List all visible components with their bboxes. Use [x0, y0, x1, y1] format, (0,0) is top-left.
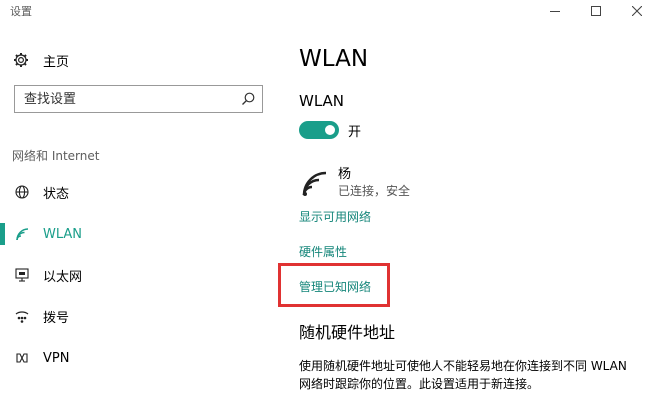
sidebar-item-dialup[interactable]: 拨号 — [0, 298, 282, 334]
wlan-toggle[interactable] — [299, 121, 339, 139]
sidebar-item-label: 以太网 — [43, 269, 83, 285]
minimize-button[interactable] — [535, 0, 575, 22]
dialup-icon — [13, 307, 31, 325]
random-hardware-address-description: 使用随机硬件地址可使他人不能轻易地在你连接到不同 WLAN 网络时跟踪你的位置。… — [299, 359, 627, 391]
wifi-icon — [13, 225, 31, 243]
toggle-knob — [325, 125, 335, 135]
search-icon[interactable] — [240, 91, 256, 107]
main-content: WLAN WLAN 开 杨 已连接，安全 显示可用网络 硬件属性 管理已知网络 … — [282, 22, 653, 391]
sidebar-item-wlan[interactable]: WLAN — [0, 216, 282, 252]
page-title: WLAN — [299, 46, 369, 72]
hardware-properties-link[interactable]: 硬件属性 — [299, 243, 347, 260]
sidebar-item-vpn[interactable]: VPN — [0, 340, 282, 376]
sidebar-item-label: VPN — [43, 350, 70, 366]
wlan-toggle-label: WLAN — [299, 92, 345, 110]
ethernet-icon — [13, 266, 31, 284]
active-indicator — [0, 223, 5, 245]
show-available-networks-link[interactable]: 显示可用网络 — [299, 208, 371, 225]
search-input[interactable] — [24, 90, 234, 108]
gear-icon — [12, 51, 30, 69]
sidebar-item-home[interactable]: 主页 — [12, 50, 69, 70]
network-name[interactable]: 杨 — [338, 163, 351, 182]
sidebar-item-label: 状态 — [43, 186, 70, 202]
section-heading: 网络和 Internet — [12, 149, 100, 163]
vpn-icon — [13, 349, 31, 367]
network-status: 已连接，安全 — [338, 184, 411, 198]
sidebar: 主页 网络和 Internet 状态 — [0, 22, 282, 380]
close-button[interactable] — [617, 0, 653, 22]
window-title: 设置 — [10, 5, 32, 18]
close-icon — [632, 6, 642, 16]
wifi-signal-icon — [300, 169, 330, 197]
home-label: 主页 — [43, 54, 70, 70]
annotation-highlight-box — [278, 263, 390, 307]
maximize-icon — [591, 6, 601, 16]
sidebar-item-label: 拨号 — [43, 310, 70, 326]
minimize-icon — [550, 10, 560, 12]
sidebar-item-ethernet[interactable]: 以太网 — [0, 257, 282, 293]
toggle-state-label: 开 — [348, 125, 362, 140]
sidebar-item-status[interactable]: 状态 — [0, 174, 282, 210]
maximize-button[interactable] — [576, 0, 616, 22]
random-hardware-address-heading: 随机硬件地址 — [299, 323, 396, 342]
sidebar-item-label: WLAN — [43, 226, 83, 242]
search-box[interactable] — [14, 85, 263, 113]
title-bar: 设置 — [0, 0, 653, 22]
status-globe-icon — [13, 183, 31, 201]
